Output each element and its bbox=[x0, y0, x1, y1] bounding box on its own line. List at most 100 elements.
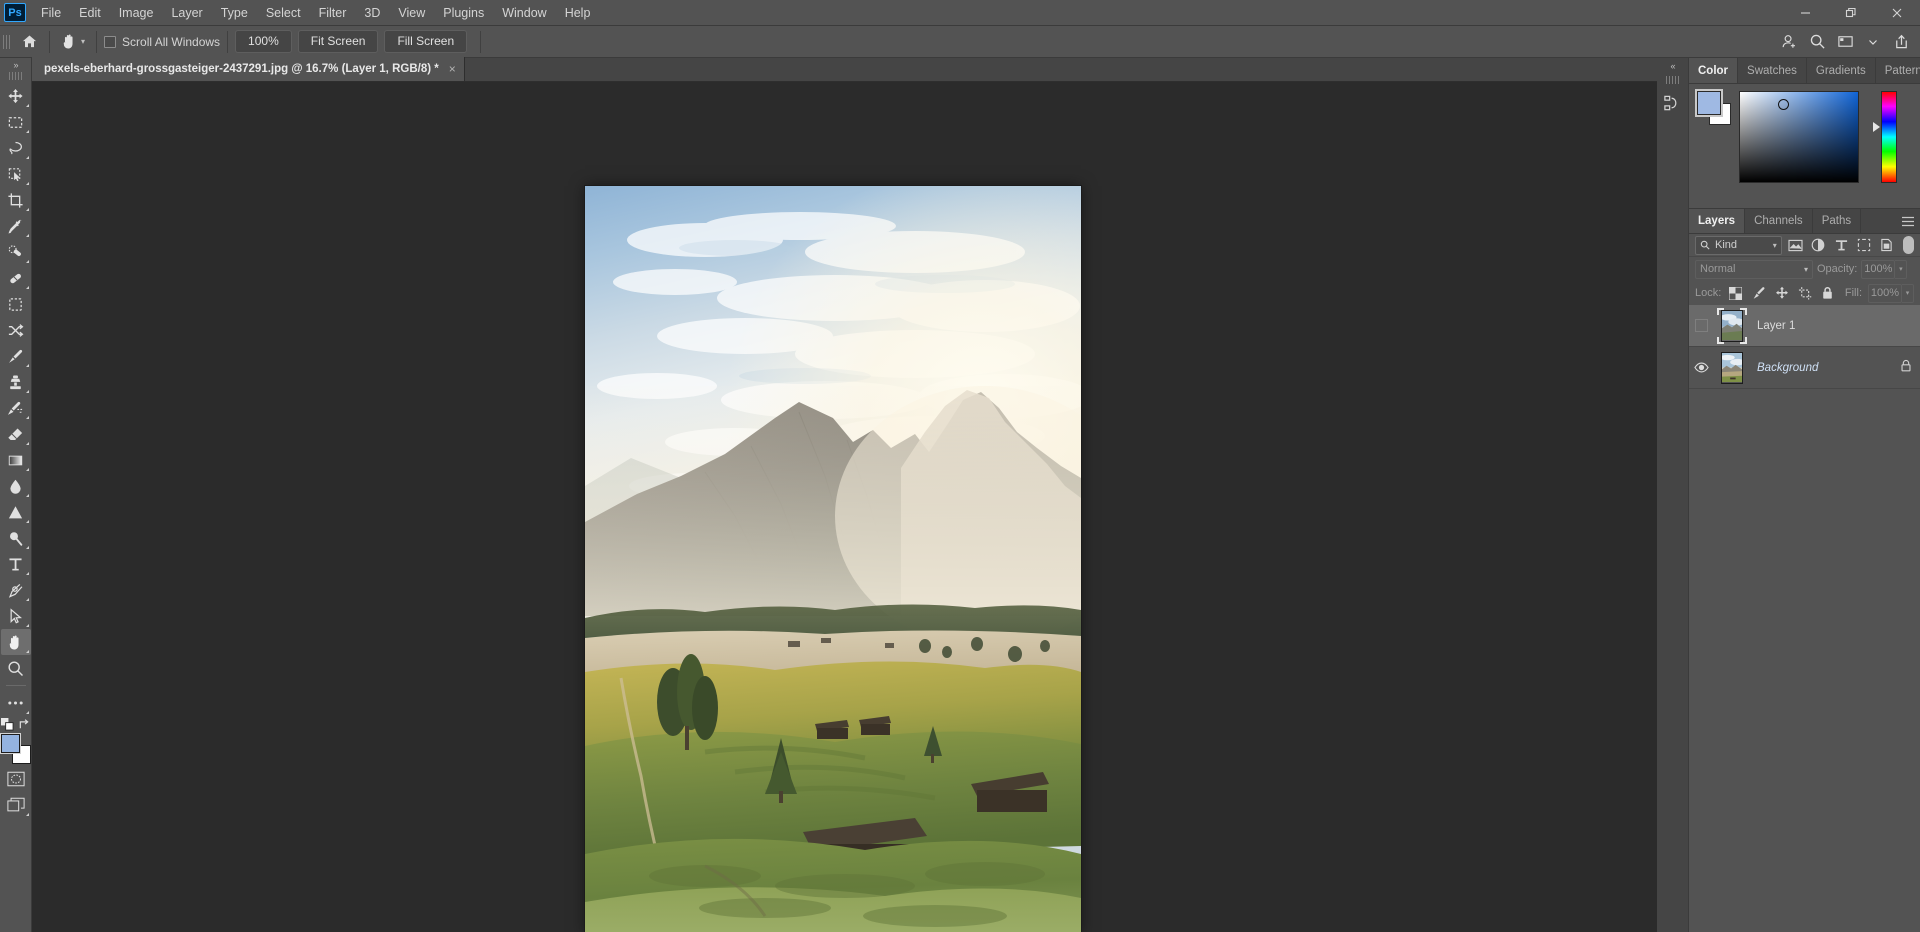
layer-visibility-toggle[interactable] bbox=[1689, 362, 1713, 373]
pen-tool[interactable] bbox=[1, 577, 31, 603]
scroll-all-windows-checkbox[interactable]: Scroll All Windows bbox=[104, 35, 220, 49]
type-filter-icon[interactable] bbox=[1832, 236, 1850, 255]
layer-visibility-toggle[interactable] bbox=[1689, 319, 1713, 332]
eyedropper-tool[interactable] bbox=[1, 213, 31, 239]
chevron-down-icon[interactable] bbox=[1860, 30, 1886, 54]
opacity-chevron-icon[interactable]: ▾ bbox=[1895, 259, 1908, 279]
hue-slider[interactable] bbox=[1873, 91, 1897, 183]
menu-file[interactable]: File bbox=[32, 2, 70, 24]
chevron-down-icon[interactable]: ▾ bbox=[1804, 265, 1808, 274]
panel-menu-icon[interactable] bbox=[1896, 209, 1920, 233]
spot-healing-brush-tool[interactable] bbox=[1, 239, 31, 265]
artboard[interactable] bbox=[585, 186, 1081, 932]
toolbar-grip[interactable] bbox=[8, 72, 23, 80]
layer-name[interactable]: Layer 1 bbox=[1757, 320, 1795, 332]
menu-window[interactable]: Window bbox=[493, 2, 555, 24]
tab-swatches[interactable]: Swatches bbox=[1738, 58, 1807, 83]
patch-tool[interactable] bbox=[1, 265, 31, 291]
chevron-down-icon[interactable]: ▾ bbox=[1773, 241, 1777, 250]
frame-tool[interactable] bbox=[1, 291, 31, 317]
sharpen-tool[interactable] bbox=[1, 525, 31, 551]
menu-edit[interactable]: Edit bbox=[70, 2, 110, 24]
shape-filter-icon[interactable] bbox=[1855, 236, 1873, 255]
brush-tool[interactable] bbox=[1, 343, 31, 369]
history-icon[interactable] bbox=[1660, 90, 1686, 116]
tab-layers[interactable]: Layers bbox=[1689, 209, 1746, 233]
lock-transparent-pixels-icon[interactable] bbox=[1727, 285, 1744, 302]
search-icon[interactable] bbox=[1804, 30, 1830, 54]
menu-image[interactable]: Image bbox=[110, 2, 163, 24]
fit-screen-button[interactable]: Fit Screen bbox=[297, 30, 379, 53]
active-tool-preview[interactable]: ▾ bbox=[57, 30, 89, 54]
quick-mask-icon[interactable] bbox=[1, 766, 31, 792]
layer-filter-dropdown[interactable]: Kind ▾ bbox=[1695, 235, 1782, 255]
chevron-down-icon[interactable]: ▾ bbox=[81, 37, 85, 46]
lock-artboard-icon[interactable] bbox=[1796, 285, 1813, 302]
menu-layer[interactable]: Layer bbox=[162, 2, 211, 24]
pixel-filter-icon[interactable] bbox=[1787, 236, 1805, 255]
user-add-icon[interactable] bbox=[1776, 30, 1802, 54]
tab-color[interactable]: Color bbox=[1689, 58, 1739, 83]
minimize-button[interactable] bbox=[1782, 0, 1828, 26]
blend-mode-dropdown[interactable]: Normal ▾ bbox=[1695, 259, 1813, 279]
menu-type[interactable]: Type bbox=[212, 2, 257, 24]
tab-channels[interactable]: Channels bbox=[1745, 209, 1813, 233]
foreground-background-color[interactable] bbox=[0, 733, 31, 764]
type-tool[interactable] bbox=[1, 551, 31, 577]
history-brush-tool[interactable] bbox=[1, 395, 31, 421]
layer-name[interactable]: Background bbox=[1757, 362, 1818, 374]
eye-icon[interactable] bbox=[1693, 362, 1709, 373]
layer-thumbnail[interactable] bbox=[1715, 307, 1749, 344]
color-panel-foreground-swatch[interactable] bbox=[1695, 89, 1723, 117]
fill-input[interactable]: 100% bbox=[1868, 283, 1902, 303]
dodge-tool[interactable] bbox=[1, 499, 31, 525]
adjustment-filter-icon[interactable] bbox=[1810, 236, 1828, 255]
checkbox-box[interactable] bbox=[104, 35, 117, 48]
color-picker-field[interactable] bbox=[1739, 91, 1859, 183]
default-colors-icon[interactable] bbox=[0, 718, 14, 731]
menu-view[interactable]: View bbox=[389, 2, 434, 24]
eraser-tool[interactable] bbox=[1, 421, 31, 447]
close-icon[interactable]: × bbox=[449, 62, 456, 76]
eye-off-icon[interactable] bbox=[1694, 319, 1708, 332]
rectangular-marquee-tool[interactable] bbox=[1, 109, 31, 135]
hand-tool[interactable] bbox=[0, 629, 31, 655]
menu-select[interactable]: Select bbox=[257, 2, 310, 24]
tab-patterns[interactable]: Patterns bbox=[1876, 58, 1920, 83]
swap-colors-icon[interactable] bbox=[18, 718, 31, 731]
smart-object-filter-icon[interactable] bbox=[1878, 236, 1896, 255]
gradient-tool[interactable] bbox=[1, 447, 31, 473]
tab-gradients[interactable]: Gradients bbox=[1807, 58, 1876, 83]
home-icon[interactable] bbox=[16, 30, 42, 54]
workspace-icon[interactable] bbox=[1832, 30, 1858, 54]
lock-position-icon[interactable] bbox=[1773, 285, 1790, 302]
menu-filter[interactable]: Filter bbox=[310, 2, 356, 24]
screen-mode-icon[interactable] bbox=[1, 792, 31, 818]
edit-toolbar-button[interactable] bbox=[1, 690, 31, 716]
lasso-tool[interactable] bbox=[1, 135, 31, 161]
tab-paths[interactable]: Paths bbox=[1813, 209, 1862, 233]
shuffle-tool[interactable] bbox=[1, 317, 31, 343]
toolbar-expand-button[interactable]: » bbox=[0, 58, 32, 72]
zoom-tool[interactable] bbox=[1, 655, 31, 681]
menu-help[interactable]: Help bbox=[556, 2, 600, 24]
menu-3d[interactable]: 3D bbox=[355, 2, 389, 24]
dock-grip[interactable] bbox=[1665, 76, 1680, 84]
path-selection-tool[interactable] bbox=[1, 603, 31, 629]
filter-enable-toggle[interactable] bbox=[1902, 236, 1915, 254]
lock-image-pixels-icon[interactable] bbox=[1750, 285, 1767, 302]
color-picker-marker[interactable] bbox=[1778, 99, 1789, 110]
clone-stamp-tool[interactable] bbox=[1, 369, 31, 395]
foreground-color-swatch[interactable] bbox=[0, 733, 21, 754]
color-panel-swatches[interactable] bbox=[1695, 89, 1731, 125]
options-bar-grip[interactable] bbox=[3, 31, 12, 52]
object-selection-tool[interactable] bbox=[1, 161, 31, 187]
fill-screen-button[interactable]: Fill Screen bbox=[384, 30, 468, 53]
lock-all-icon[interactable] bbox=[1819, 285, 1836, 302]
collapse-panels-button[interactable]: « bbox=[1657, 58, 1689, 74]
layer-thumbnail[interactable] bbox=[1715, 350, 1749, 386]
restore-button[interactable] bbox=[1828, 0, 1874, 26]
layer-row-background[interactable]: Background bbox=[1689, 347, 1920, 389]
close-button[interactable] bbox=[1874, 0, 1920, 26]
crop-tool[interactable] bbox=[1, 187, 31, 213]
